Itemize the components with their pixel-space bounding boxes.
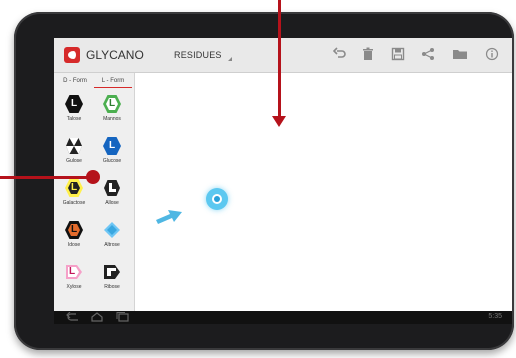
action-bar: GLYCANO RESIDUES <box>54 38 512 73</box>
residue-mannos[interactable]: L Mannos <box>94 91 130 133</box>
share-icon[interactable] <box>420 47 436 63</box>
residue-label: Glucose <box>102 158 122 164</box>
callout-line-vertical <box>278 0 281 118</box>
callout-arrow-down-icon <box>272 116 286 127</box>
residue-altrose[interactable]: Altrose <box>94 217 130 259</box>
residue-label: Gulose <box>66 158 82 164</box>
residue-label: Ribose <box>104 284 120 290</box>
status-clock: 5:35 <box>488 313 502 320</box>
residue-talose[interactable]: L Talose <box>56 91 92 133</box>
talose-icon: L <box>65 95 83 113</box>
residue-label: Talose <box>66 116 82 122</box>
altrose-icon <box>103 221 121 239</box>
undo-icon[interactable] <box>332 47 348 63</box>
residue-xylose[interactable]: L Xylose <box>56 259 92 301</box>
residue-allose[interactable]: Allose <box>94 175 130 217</box>
glucose-icon: L <box>103 137 121 155</box>
back-icon[interactable] <box>66 311 80 324</box>
residues-menu[interactable]: RESIDUES <box>174 50 232 61</box>
system-nav-bar: 5:35 <box>54 311 512 324</box>
glycano-logo-icon <box>64 47 80 63</box>
gulose-icon <box>65 137 83 155</box>
ribose-icon <box>103 263 121 281</box>
info-icon[interactable] <box>484 47 500 63</box>
swipe-arrow-icon <box>154 204 184 229</box>
allose-icon <box>103 179 121 197</box>
residue-panel: D - Form L - Form L Talose L Mannos Gulo… <box>54 73 135 311</box>
galactose-icon: L <box>65 179 83 197</box>
residue-label: Idose <box>67 242 81 248</box>
home-icon[interactable] <box>90 312 104 324</box>
recent-apps-icon[interactable] <box>116 312 130 324</box>
residue-label: Xylose <box>66 284 82 290</box>
residue-label: Galactose <box>62 200 86 206</box>
callout-line-horizontal <box>0 176 92 179</box>
trash-icon[interactable] <box>360 47 376 63</box>
callout-dot <box>86 170 100 184</box>
tab-l-form[interactable]: L - Form <box>94 75 132 88</box>
tab-d-form[interactable]: D - Form <box>56 75 94 87</box>
residue-label: Allose <box>105 200 119 206</box>
residue-label: Altrose <box>104 242 120 248</box>
save-icon[interactable] <box>390 47 406 63</box>
mannose-icon: L <box>103 95 121 113</box>
idose-icon: L <box>65 221 83 239</box>
xylose-icon: L <box>65 263 83 281</box>
residue-ribose[interactable]: Ribose <box>94 259 130 301</box>
app-title: GLYCANO <box>86 48 144 62</box>
residue-idose[interactable]: L Idose <box>56 217 92 259</box>
residue-glucose[interactable]: L Glucose <box>94 133 130 175</box>
residue-gulose[interactable]: Gulose <box>56 133 92 175</box>
touch-point-icon <box>206 188 228 210</box>
app-screen: GLYCANO RESIDUES D - Form L - Form L Tal… <box>54 38 512 324</box>
folder-icon[interactable] <box>452 47 468 63</box>
residue-label: Mannos <box>103 116 121 122</box>
